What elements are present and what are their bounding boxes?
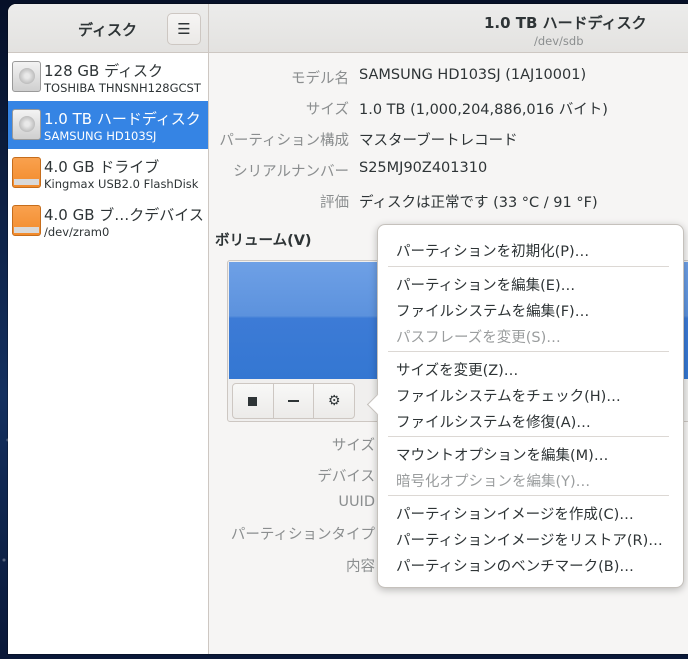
partitioning-value: マスターブートレコード (359, 133, 518, 149)
partition-type-label: パーティションタイプ (230, 527, 375, 543)
menu-separator (388, 495, 669, 496)
assessment-label: 評価 (320, 195, 349, 211)
stop-icon (248, 396, 258, 406)
assessment-value: ディスクは正常です (33 °C / 91 °F) (359, 195, 598, 211)
drive-name: 1.0 TB ハードディスク (44, 110, 201, 128)
gears-icon: ⚙ (327, 393, 341, 409)
menu-item-resize[interactable]: サイズを変更(Z)… (396, 359, 518, 380)
drive-title: 1.0 TB ハードディスク (484, 14, 647, 32)
drive-item[interactable]: 4.0 GB ドライブ Kingmax USB2.0 FlashDisk (8, 149, 208, 197)
size-label: サイズ (305, 102, 349, 118)
menu-item-edit-partition[interactable]: パーティションを編集(E)… (396, 274, 575, 295)
drive-detail: /dev/zram0 (44, 225, 110, 239)
drive-detail: SAMSUNG HD103SJ (44, 129, 157, 143)
size-value: 1.0 TB (1,000,204,886,016 バイト) (359, 102, 608, 118)
hamburger-menu-icon: ☰ (177, 20, 191, 38)
menu-separator (388, 436, 669, 437)
drive-item-selected[interactable]: 1.0 TB ハードディスク SAMSUNG HD103SJ (8, 101, 208, 149)
partitioning-label: パーティション構成 (219, 133, 349, 149)
main-header: 1.0 TB ハードディスク /dev/sdb (209, 4, 688, 53)
menu-item-change-passphrase: パスフレーズを変更(S)… (396, 330, 561, 346)
drive-name: 4.0 GB ドライブ (44, 158, 160, 176)
usb-drive-icon (12, 157, 41, 188)
menu-item-check-filesystem[interactable]: ファイルシステムをチェック(H)… (396, 385, 621, 406)
partition-menu: パーティションを初期化(P)… パーティションを編集(E)… ファイルシステムを… (377, 224, 684, 588)
model-value: SAMSUNG HD103SJ (1AJ10001) (359, 67, 587, 83)
menu-separator (388, 351, 669, 352)
block-device-icon (12, 205, 41, 236)
contents-label: 内容 (346, 559, 375, 575)
volume-device-label: デバイス (317, 469, 375, 485)
disks-window: ディスク ☰ 1.0 TB ハードディスク /dev/sdb 128 GB ディ… (8, 4, 688, 654)
menu-item-edit-mount-options[interactable]: マウントオプションを編集(M)… (396, 444, 608, 465)
volume-uuid-label: UUID (338, 494, 375, 510)
menu-item-create-image[interactable]: パーティションイメージを作成(C)… (396, 503, 634, 524)
serial-value: S25MJ90Z401310 (359, 160, 488, 176)
menu-item-restore-image[interactable]: パーティションイメージをリストア(R)… (396, 529, 663, 550)
stop-button[interactable] (233, 384, 274, 418)
minus-icon (288, 400, 299, 402)
menu-separator (388, 266, 669, 267)
menu-item-benchmark[interactable]: パーティションのベンチマーク(B)… (396, 555, 634, 576)
drive-detail: Kingmax USB2.0 FlashDisk (44, 177, 199, 191)
menu-item-repair-filesystem[interactable]: ファイルシステムを修復(A)… (396, 411, 591, 432)
model-label: モデル名 (291, 71, 349, 87)
sidebar-header: ディスク ☰ (8, 4, 209, 53)
partition-options-button[interactable]: ⚙ (314, 384, 354, 418)
sidebar-title: ディスク (78, 21, 137, 39)
menu-item-edit-filesystem[interactable]: ファイルシステムを編集(F)… (396, 300, 589, 321)
delete-partition-button[interactable] (274, 384, 315, 418)
volume-size-label: サイズ (331, 438, 375, 454)
menu-item-edit-encryption-options: 暗号化オプションを編集(Y)… (396, 474, 591, 490)
drive-name: 4.0 GB ブ…クデバイス (44, 206, 204, 224)
drive-device-path: /dev/sdb (534, 34, 584, 48)
drive-name: 128 GB ディスク (44, 62, 164, 80)
drive-list: 128 GB ディスク TOSHIBA THNSNH128GCST 1.0 TB… (8, 53, 209, 654)
volumes-heading: ボリューム(V) (215, 233, 312, 249)
drive-item[interactable]: 4.0 GB ブ…クデバイス /dev/zram0 (8, 197, 208, 245)
drive-detail: TOSHIBA THNSNH128GCST (44, 81, 201, 95)
hard-disk-icon (12, 61, 41, 92)
menu-item-format-partition[interactable]: パーティションを初期化(P)… (396, 240, 589, 261)
drive-item[interactable]: 128 GB ディスク TOSHIBA THNSNH128GCST (8, 53, 208, 101)
app-menu-button[interactable]: ☰ (167, 13, 201, 45)
serial-label: シリアルナンバー (233, 164, 349, 180)
volume-toolbar: ⚙ (232, 383, 355, 419)
hard-disk-icon (12, 109, 41, 140)
